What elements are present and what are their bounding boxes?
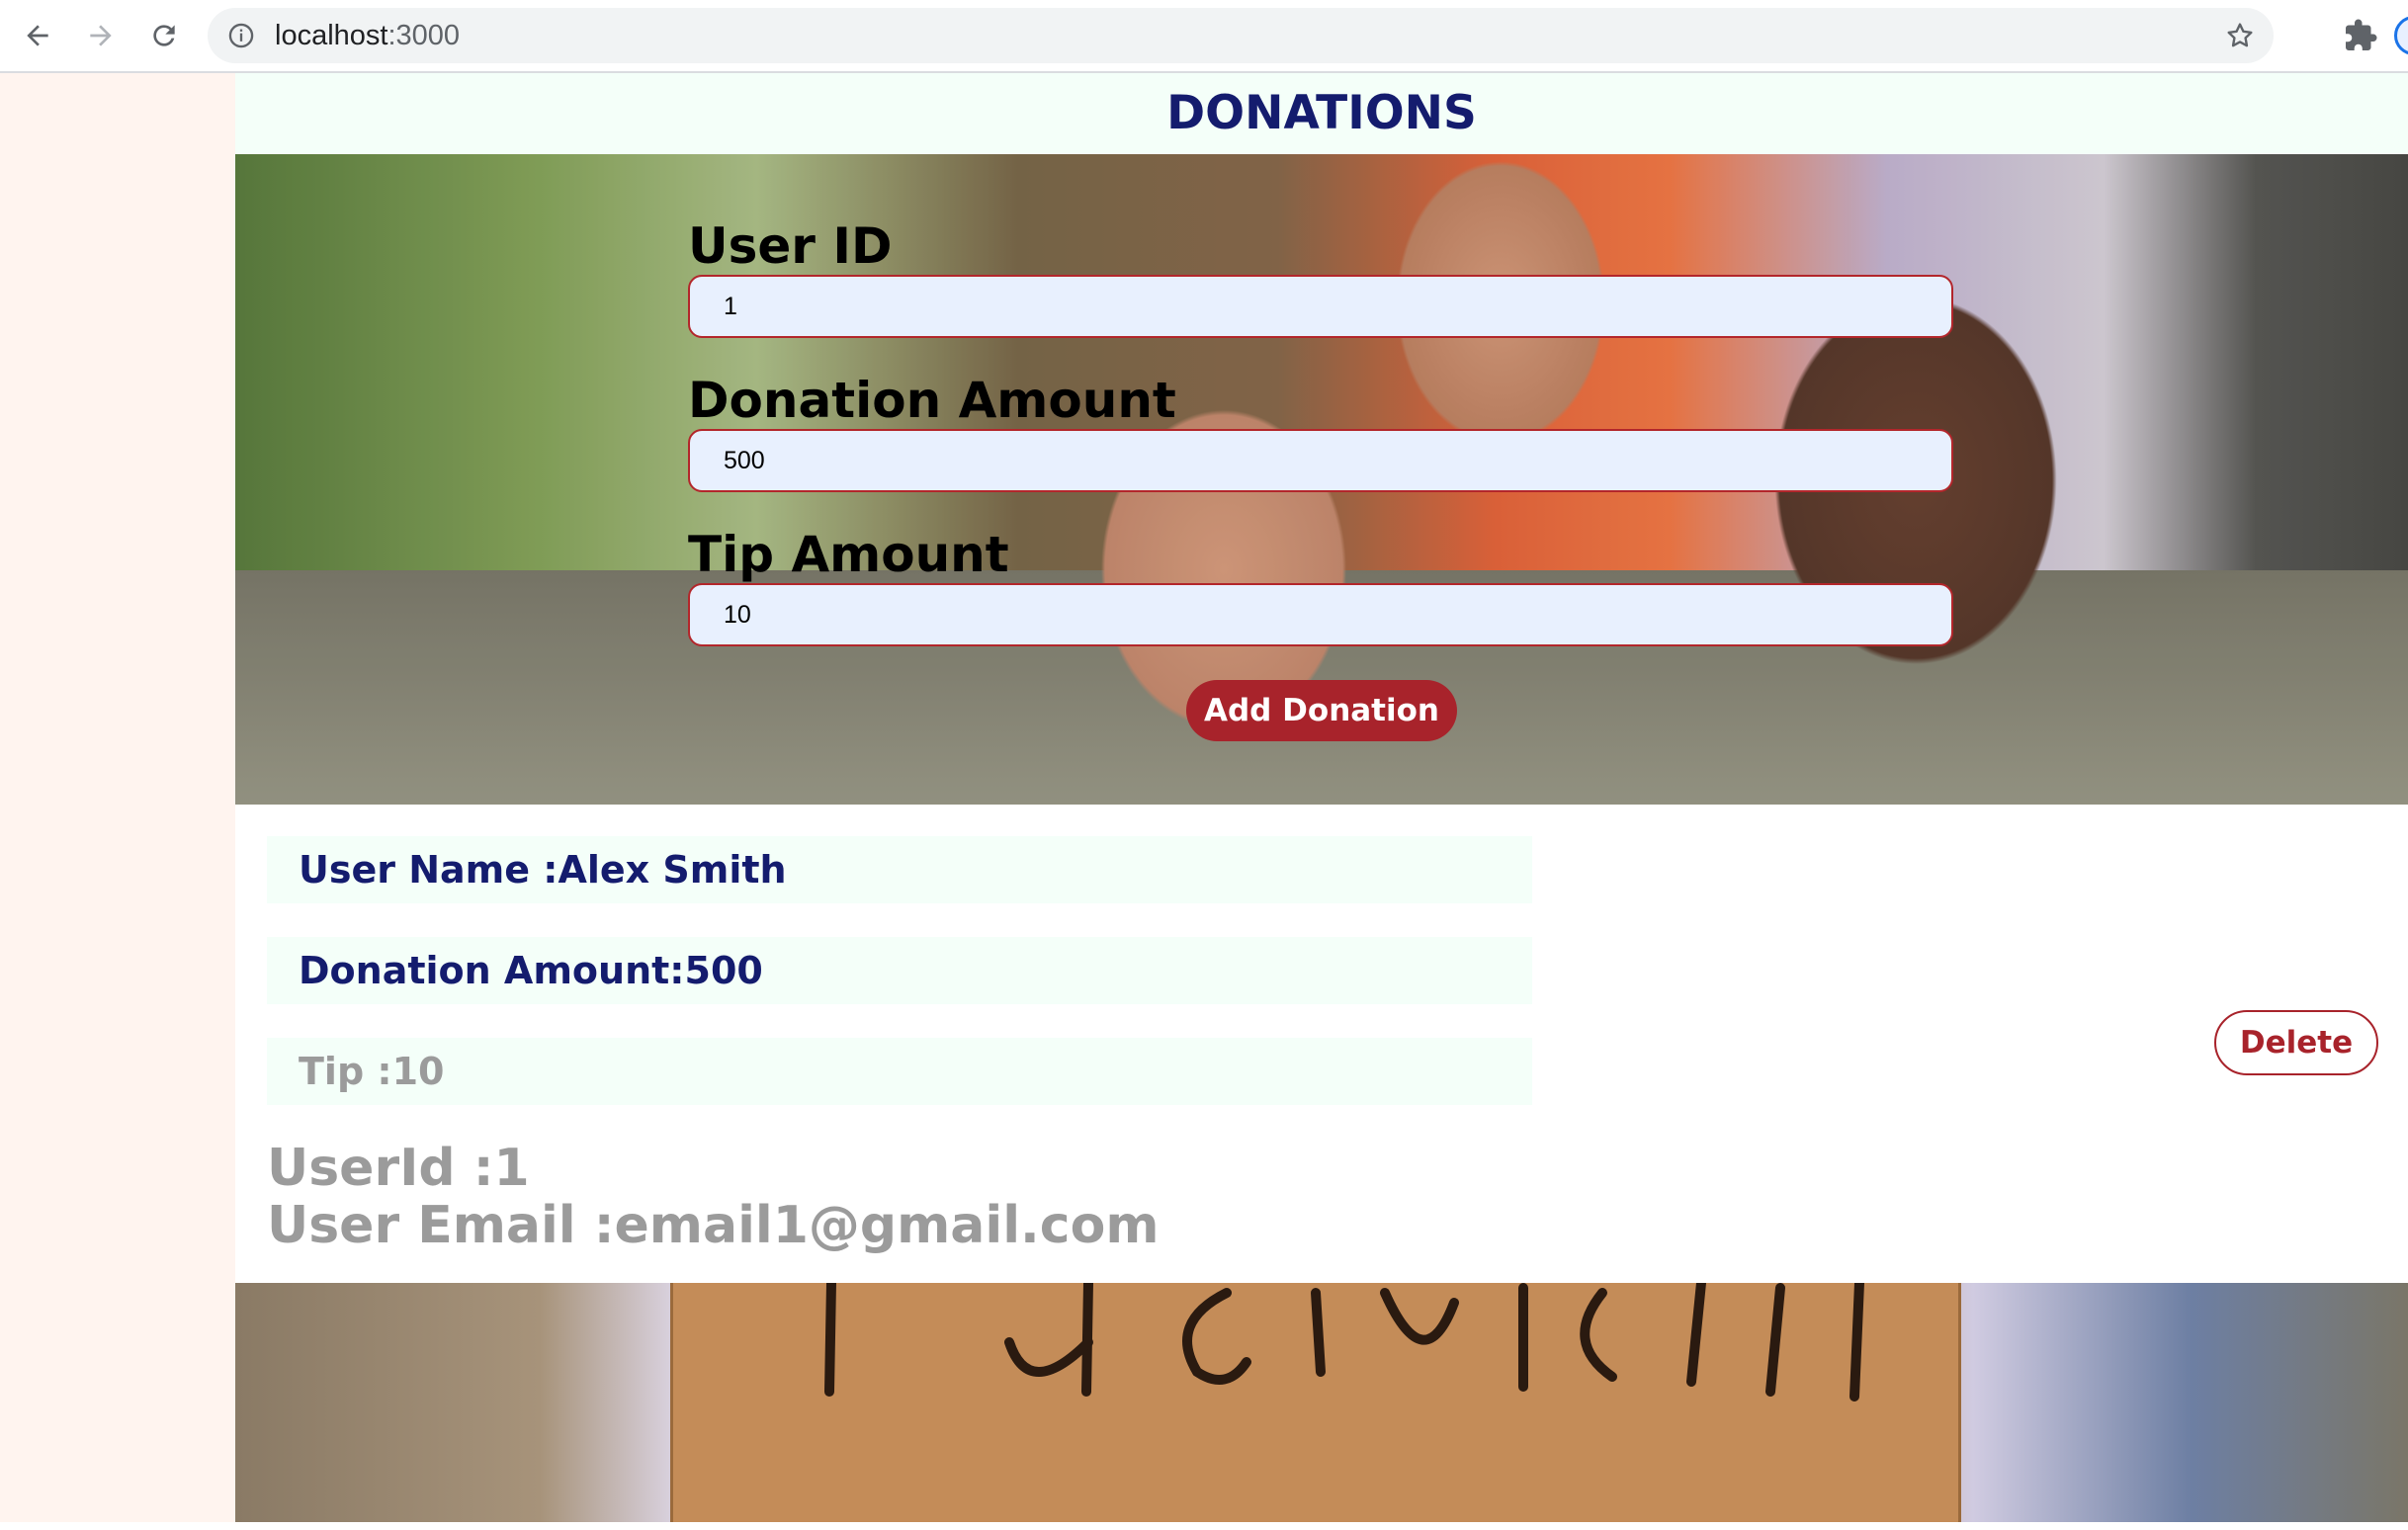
donation-amount-input[interactable] <box>688 429 1953 492</box>
user-id-input[interactable] <box>688 275 1953 338</box>
sign-handwriting <box>824 1283 1864 1402</box>
tip-text: Tip :10 <box>299 1050 445 1093</box>
add-donation-button[interactable]: Add Donation <box>1186 680 1457 741</box>
forward-button[interactable] <box>79 14 123 57</box>
donation-amount-text: Donation Amount:500 <box>299 949 763 992</box>
profile-avatar-icon[interactable] <box>2394 16 2408 55</box>
browser-toolbar: localhost:3000 <box>0 0 2408 73</box>
user-email-text: User Email :email1@gmail.com <box>267 1196 1160 1255</box>
delete-button[interactable]: Delete <box>2214 1010 2378 1075</box>
back-button[interactable] <box>16 14 59 57</box>
donation-amount-box: Donation Amount:500 <box>267 937 1532 1004</box>
reload-button[interactable] <box>142 14 186 57</box>
donation-amount-label: Donation Amount <box>688 372 1176 429</box>
page-header: DONATIONS <box>235 73 2408 154</box>
url-text: localhost:3000 <box>275 8 460 63</box>
user-id-text: UserId :1 <box>267 1139 530 1198</box>
tip-amount-label: Tip Amount <box>688 526 1009 583</box>
page-title: DONATIONS <box>1166 86 1477 140</box>
user-name-box: User Name :Alex Smith <box>267 836 1532 903</box>
url-port: :3000 <box>387 20 461 51</box>
tip-amount-input[interactable] <box>688 583 1953 646</box>
url-host: localhost <box>275 20 388 51</box>
forward-arrow-icon <box>90 25 112 46</box>
bottom-background-photo <box>235 1283 2408 1522</box>
page-bottom-edge <box>0 1522 2408 1530</box>
extensions-puzzle-icon[interactable] <box>2343 18 2378 53</box>
address-bar[interactable]: localhost:3000 <box>208 8 2274 63</box>
user-id-label: User ID <box>688 217 893 275</box>
bookmark-star-icon[interactable] <box>2224 20 2256 51</box>
reload-icon <box>153 25 175 46</box>
info-icon[interactable] <box>227 22 255 49</box>
user-name-text: User Name :Alex Smith <box>299 848 787 892</box>
donation-card: User Name :Alex Smith Donation Amount:50… <box>235 805 2408 1283</box>
tip-box: Tip :10 <box>267 1038 1532 1105</box>
left-margin <box>0 73 235 1530</box>
back-arrow-icon <box>27 25 48 46</box>
cardboard-sign <box>670 1283 1961 1522</box>
